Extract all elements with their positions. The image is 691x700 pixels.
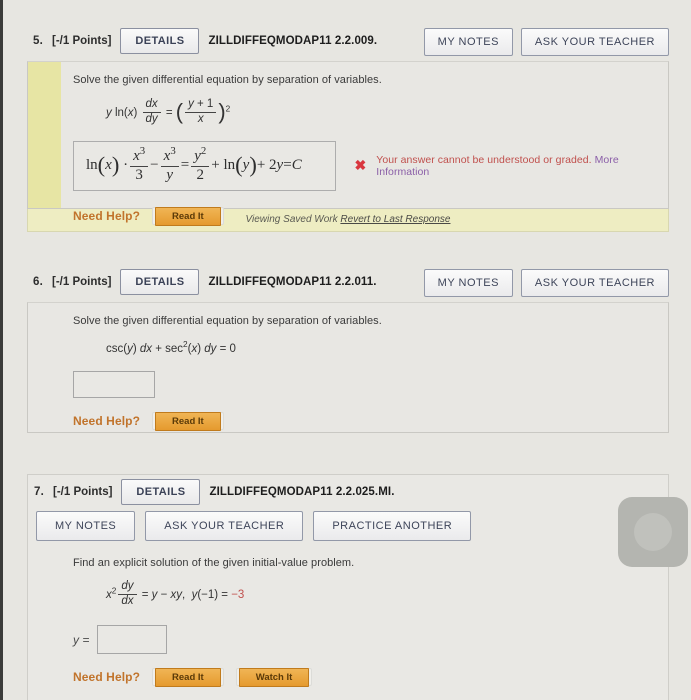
- problem-7-my-notes-button[interactable]: MY NOTES: [36, 511, 136, 541]
- problem-7-code: ZILLDIFFEQMODAP11 2.2.025.MI.: [209, 486, 395, 498]
- problem-7-initial-value: −3: [231, 589, 245, 602]
- accessibility-widget-button[interactable]: [618, 497, 688, 567]
- problem-6-my-notes-button[interactable]: MY NOTES: [423, 269, 513, 297]
- problem-6-equation: csc(y) dx + sec2(x) dy = 0: [106, 340, 236, 355]
- assignment-scroll-area[interactable]: 5. [-/1 Points] DETAILS ZILLDIFFEQMODAP1…: [3, 0, 691, 700]
- problem-6-header-actions: MY NOTES ASK YOUR TEACHER: [423, 269, 669, 297]
- problem-6-code: ZILLDIFFEQMODAP11 2.2.011.: [208, 276, 377, 288]
- problem-5-incorrect-icon: ✖: [354, 157, 367, 174]
- problem-5-answer-box[interactable]: ln(x) · x3 3 − x3 y = y2 2 + ln(y) + 2y = C: [73, 141, 336, 191]
- problem-5-details-button[interactable]: DETAILS: [120, 28, 200, 54]
- problem-5-read-it-label: Read It: [155, 206, 221, 226]
- problem-6-answer-input[interactable]: [73, 370, 155, 398]
- problem-5-need-help-label: Need Help?: [73, 208, 141, 223]
- problem-6-need-help: Need Help? Read It: [28, 411, 668, 431]
- problem-7-number: 7.: [34, 486, 44, 498]
- problem-6-read-it-label: Read It: [155, 411, 221, 431]
- problem-5-answer-row: ln(x) · x3 3 − x3 y = y2 2 + ln(y) + 2y = C…: [28, 141, 668, 191]
- problem-7-prompt: Find an explicit solution of the given i…: [73, 557, 355, 569]
- problem-7-y-label: y =: [73, 632, 90, 647]
- problem-7-read-it-label: Read It: [155, 668, 221, 688]
- problem-7-answer-input[interactable]: [97, 625, 168, 655]
- problem-5-code: ZILLDIFFEQMODAP11 2.2.009.: [208, 35, 378, 47]
- problem-6-details-button[interactable]: DETAILS: [120, 269, 200, 295]
- problem-7-ask-teacher-button[interactable]: ASK YOUR TEACHER: [145, 511, 304, 541]
- problem-7-watch-it-button[interactable]: Watch It: [235, 668, 313, 688]
- problem-7-read-it-button[interactable]: Read It: [152, 668, 224, 688]
- problem-7-details-button[interactable]: DETAILS: [121, 479, 201, 505]
- problem-7: 7. [-/1 Points] DETAILS ZILLDIFFEQMODAP1…: [27, 474, 669, 700]
- problem-5: 5. [-/1 Points] DETAILS ZILLDIFFEQMODAP1…: [27, 24, 669, 232]
- problem-6: 6. [-/1 Points] DETAILS ZILLDIFFEQMODAP1…: [27, 265, 669, 433]
- problem-5-panel: Solve the given differential equation by…: [27, 61, 669, 226]
- problem-5-saved-work-strip: [28, 62, 61, 208]
- problem-6-prompt: Solve the given differential equation by…: [73, 315, 382, 327]
- problem-7-answer-row: y =: [28, 625, 668, 655]
- problem-6-points: [-/1 Points]: [52, 276, 112, 288]
- problem-5-prompt: Solve the given differential equation by…: [73, 74, 382, 86]
- problem-5-equation: y ln(x) dx dy = (y + 1 x)2: [106, 98, 231, 125]
- problem-7-need-help: Need Help? Read It Watch It: [28, 668, 668, 688]
- problem-7-equation: x2 dy dx = y − xy, y(−1) = −3: [106, 580, 245, 607]
- problem-6-answer-row: [28, 370, 668, 398]
- problem-6-need-help-label: Need Help?: [73, 413, 141, 428]
- problem-6-number: 6.: [33, 276, 43, 288]
- problem-6-panel: Solve the given differential equation by…: [27, 302, 669, 433]
- problem-7-watch-it-label: Watch It: [238, 668, 310, 688]
- accessibility-widget-icon: [634, 513, 672, 551]
- problem-7-practice-another-button[interactable]: PRACTICE ANOTHER: [313, 511, 472, 541]
- problem-5-feedback: Your answer cannot be understood or grad…: [376, 154, 668, 178]
- problem-6-read-it-button[interactable]: Read It: [152, 411, 224, 431]
- problem-7-panel: 7. [-/1 Points] DETAILS ZILLDIFFEQMODAP1…: [27, 474, 669, 700]
- problem-5-number: 5.: [33, 35, 43, 47]
- problem-7-need-help-label: Need Help?: [73, 670, 141, 685]
- problem-5-points: [-/1 Points]: [52, 35, 112, 47]
- problem-5-feedback-text: Your answer cannot be understood or grad…: [376, 153, 592, 166]
- problem-5-header-actions: MY NOTES ASK YOUR TEACHER: [423, 28, 669, 56]
- problem-7-action-row: MY NOTES ASK YOUR TEACHER PRACTICE ANOTH…: [28, 509, 668, 541]
- problem-5-read-it-button[interactable]: Read It: [152, 206, 224, 226]
- problem-7-points: [-/1 Points]: [53, 486, 113, 498]
- problem-5-need-help: Need Help? Read It: [28, 206, 668, 226]
- problem-7-header: 7. [-/1 Points] DETAILS ZILLDIFFEQMODAP1…: [28, 475, 668, 509]
- problem-5-ask-teacher-button[interactable]: ASK YOUR TEACHER: [520, 28, 669, 56]
- problem-6-ask-teacher-button[interactable]: ASK YOUR TEACHER: [520, 269, 669, 297]
- problem-5-my-notes-button[interactable]: MY NOTES: [423, 28, 513, 56]
